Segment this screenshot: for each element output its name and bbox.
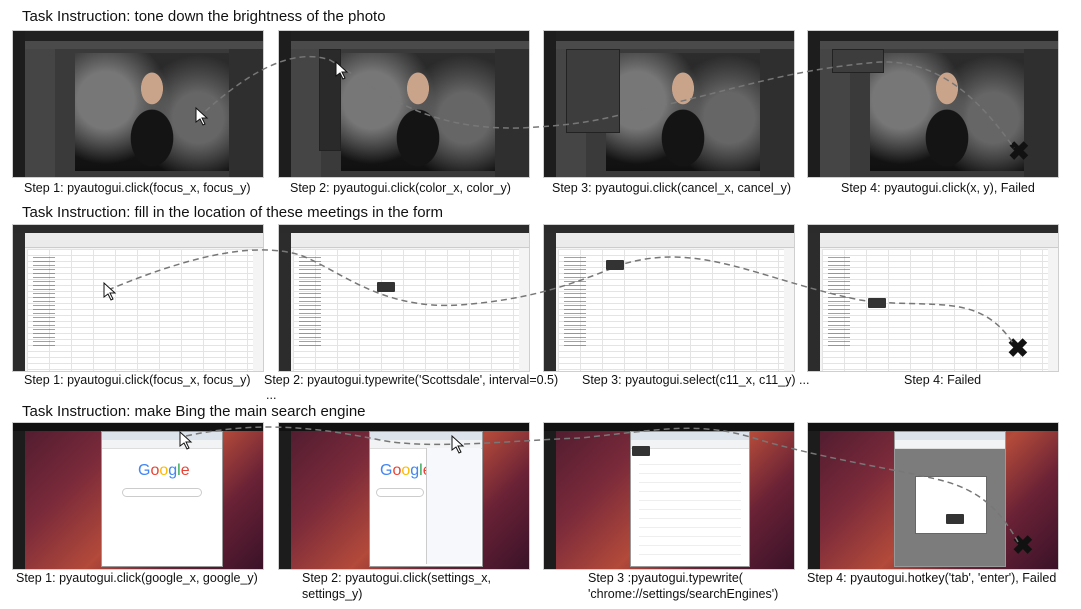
row2-step2-screenshot	[278, 224, 530, 372]
google-logo: Google	[138, 462, 190, 479]
row3-step2-screenshot: Google	[278, 422, 530, 570]
row3-step2-caption: Step 2: pyautogui.click(settings_x, sett…	[302, 571, 491, 601]
row1-step2-screenshot	[278, 30, 530, 178]
row3-step4-caption: Step 4: pyautogui.hotkey('tab', 'enter')…	[807, 571, 1057, 585]
failure-x-icon: ✖	[1012, 530, 1034, 560]
row1-task-title: Task Instruction: tone down the brightne…	[22, 8, 386, 25]
row1-step3-caption: Step 3: pyautogui.click(cancel_x, cancel…	[552, 181, 792, 195]
row2-task-title: Task Instruction: fill in the location o…	[22, 204, 444, 221]
row1-step1-screenshot	[12, 30, 264, 178]
row2-step3-caption: Step 3: pyautogui.select(c11_x, c11_y) .…	[582, 373, 810, 387]
google-logo: Google	[380, 462, 432, 479]
row2-step4-caption: Step 4: Failed	[904, 373, 982, 387]
row3-step3-screenshot	[543, 422, 795, 570]
row3-task-title: Task Instruction: make Bing the main sea…	[22, 403, 366, 420]
row1-step2-caption: Step 2: pyautogui.click(color_x, color_y…	[290, 181, 511, 195]
row1-step4-caption: Step 4: pyautogui.click(x, y), Failed	[841, 181, 1035, 195]
row3-step3-caption: Step 3 :pyautogui.typewrite( 'chrome://s…	[588, 571, 779, 601]
row2-step2-caption: Step 2: pyautogui.typewrite('Scottsdale'…	[264, 373, 559, 387]
failure-x-icon: ✖	[1007, 333, 1029, 363]
row2-step3-screenshot	[543, 224, 795, 372]
row3-step1-screenshot: Google	[12, 422, 264, 570]
row2-step1-screenshot	[12, 224, 264, 372]
row1-step3-screenshot	[543, 30, 795, 178]
row2-step2-caption-continuation: ...	[266, 388, 277, 402]
row3-step1-caption: Step 1: pyautogui.click(google_x, google…	[16, 571, 258, 585]
failure-x-icon: ✖	[1008, 136, 1030, 166]
row2-step1-caption: Step 1: pyautogui.click(focus_x, focus_y…	[24, 373, 251, 387]
row1-step1-caption: Step 1: pyautogui.click(focus_x, focus_y…	[24, 181, 251, 195]
